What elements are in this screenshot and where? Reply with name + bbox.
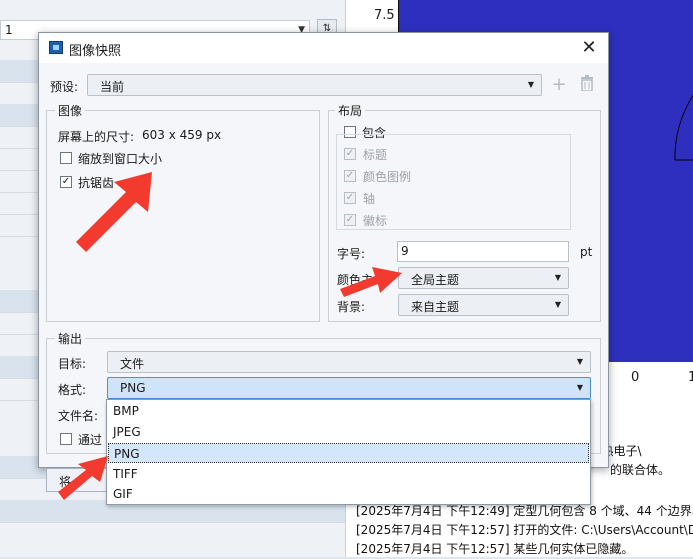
snapshot-icon: [49, 41, 63, 54]
fit-to-window-checkbox[interactable]: [60, 152, 72, 164]
screen-size-label: 屏幕上的尺寸:: [58, 130, 135, 144]
title-checkbox-label: 标题: [363, 148, 388, 162]
via-label: 通过: [78, 433, 103, 447]
axis-label: 轴: [363, 192, 376, 206]
preset-value: 当前: [100, 80, 125, 94]
background-select[interactable]: 来自主题 ▼: [398, 294, 569, 316]
target-label: 目标:: [58, 357, 87, 371]
dialog-title: 图像快照: [69, 44, 122, 59]
title-checkbox[interactable]: ✓: [344, 148, 356, 160]
format-value: PNG: [120, 381, 146, 395]
delete-preset-button[interactable]: [577, 75, 597, 95]
via-checkbox[interactable]: [60, 433, 72, 445]
log-line: [2025年7月4日 下午12:57] 打开的文件: C:\Users\Acco…: [356, 523, 693, 537]
font-size-input[interactable]: 9: [397, 241, 569, 262]
preset-label: 预设:: [50, 80, 79, 94]
chevron-down-icon: ▼: [554, 300, 561, 309]
layout-group-title: 布局: [335, 102, 366, 119]
output-group-title: 输出: [55, 330, 86, 347]
close-icon: ✕: [581, 37, 597, 58]
annotation-arrow: [340, 267, 402, 297]
format-option-png[interactable]: PNG: [108, 443, 589, 463]
filename-label: 文件名:: [58, 409, 99, 423]
screen-size-value: 603 x 459 px: [142, 128, 222, 142]
image-group-title: 图像: [55, 102, 86, 119]
chevron-down-icon: ▼: [527, 80, 534, 89]
chevron-down-icon: ▼: [554, 273, 561, 282]
close-button[interactable]: ✕: [578, 37, 600, 59]
color-theme-select[interactable]: 全局主题 ▼: [398, 267, 569, 289]
font-size-value: 9: [401, 244, 409, 258]
format-label: 格式:: [58, 383, 87, 397]
color-theme-value: 全局主题: [411, 273, 460, 287]
annotation-arrow: [58, 456, 108, 500]
add-preset-button[interactable]: +: [549, 75, 569, 95]
geometry-arc: [674, 94, 693, 161]
plus-icon: +: [551, 74, 567, 95]
log-line: 的联合体。: [610, 463, 671, 477]
fit-to-window-label: 缩放到窗口大小: [78, 152, 163, 166]
background-value: 来自主题: [411, 300, 460, 314]
logo-checkbox[interactable]: ✓: [344, 214, 356, 226]
axis-checkbox[interactable]: ✓: [344, 192, 356, 204]
format-option-gif[interactable]: GIF: [108, 484, 589, 504]
log-line: [2025年7月4日 下午12:57] 某些几何实体已隐藏。: [356, 542, 634, 556]
format-dropdown-list: BMP JPEG PNG TIFF GIF: [106, 399, 591, 505]
chevron-down-icon: ▼: [576, 383, 583, 392]
x-tick-label: 0: [631, 370, 640, 385]
font-size-label: 字号:: [337, 247, 366, 261]
color-legend-checkbox[interactable]: ✓: [344, 170, 356, 182]
target-select[interactable]: 文件 ▼: [107, 351, 591, 373]
target-value: 文件: [120, 357, 145, 371]
format-option-tiff[interactable]: TIFF: [108, 464, 589, 484]
color-legend-label: 颜色图例: [363, 170, 412, 184]
y-tick-label: 7.5: [374, 8, 395, 23]
preset-select[interactable]: 当前 ▼: [87, 74, 542, 96]
background-combo-value: 1: [5, 23, 13, 37]
chevron-down-icon: ▼: [576, 357, 583, 366]
annotation-arrow: [76, 172, 152, 252]
format-option-jpeg[interactable]: JPEG: [108, 422, 589, 442]
x-tick-label: 1: [688, 370, 693, 385]
trash-icon: [581, 75, 593, 92]
font-size-unit: pt: [580, 245, 593, 259]
dialog-titlebar[interactable]: 图像快照 ✕: [39, 33, 608, 63]
format-select[interactable]: PNG ▼: [107, 377, 591, 399]
logo-label: 徽标: [363, 214, 388, 228]
format-option-bmp[interactable]: BMP: [108, 401, 589, 421]
